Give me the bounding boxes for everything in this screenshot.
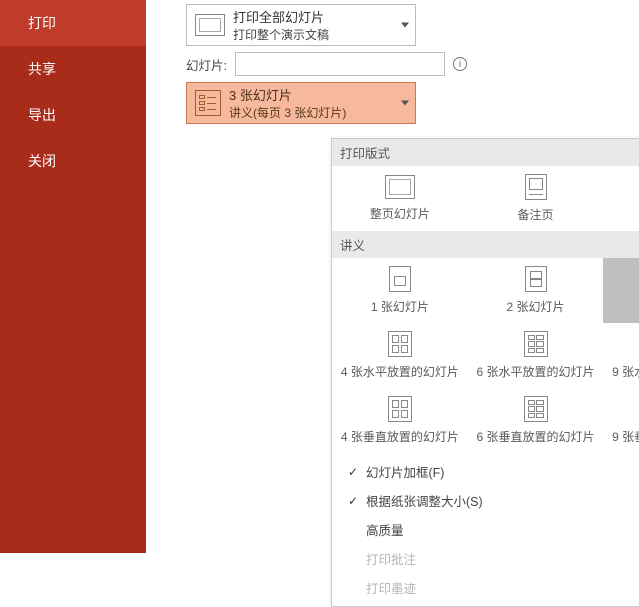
chevron-down-icon	[401, 23, 409, 28]
handout-6-vertical[interactable]: 6 张垂直放置的幻灯片	[468, 388, 604, 453]
print-range-dropdown[interactable]: 打印全部幻灯片 打印整个演示文稿	[186, 4, 416, 46]
grid6-icon	[524, 331, 548, 357]
notes-page-icon	[525, 174, 547, 200]
checkmark-icon: ✓	[348, 494, 366, 508]
layout-full-page-slides[interactable]: 整页幻灯片	[332, 166, 468, 231]
section-print-layout: 打印版式	[332, 139, 639, 166]
slides-input[interactable]	[235, 52, 445, 76]
print-range-title: 打印全部幻灯片	[233, 7, 329, 26]
handout-4-vertical[interactable]: 4 张垂直放置的幻灯片	[332, 388, 468, 453]
handout-1-slide[interactable]: 1 张幻灯片	[332, 258, 468, 323]
opt-frame-slides[interactable]: ✓ 幻灯片加框(F)	[332, 457, 639, 486]
sidebar-item-export[interactable]: 导出	[0, 92, 146, 138]
layout-title: 3 张幻灯片	[229, 85, 346, 104]
opt-print-comments: 打印批注	[332, 544, 639, 573]
handout-3-slides[interactable]: 3 张幻灯片	[603, 258, 639, 323]
full-page-icon	[385, 175, 415, 199]
opt-scale-to-paper[interactable]: ✓ 根据纸张调整大小(S)	[332, 486, 639, 515]
print-range-subtitle: 打印整个演示文稿	[233, 26, 329, 43]
slides-label: 幻灯片:	[186, 55, 227, 74]
print-settings-panel: 打印全部幻灯片 打印整个演示文稿 幻灯片: i 3 张幻灯片 讲义(每页	[146, 0, 639, 553]
opt-high-quality[interactable]: 高质量	[332, 515, 639, 544]
checkmark-icon: ✓	[348, 465, 366, 479]
layout-notes-pages[interactable]: 备注页	[468, 166, 604, 231]
sidebar-item-print[interactable]: 打印	[0, 0, 146, 46]
full-slide-icon	[195, 14, 225, 36]
handout-2-slides[interactable]: 2 张幻灯片	[468, 258, 604, 323]
handout-4-horizontal[interactable]: 4 张水平放置的幻灯片	[332, 323, 468, 388]
chevron-down-icon	[401, 101, 409, 106]
handout-6-horizontal[interactable]: 6 张水平放置的幻灯片	[468, 323, 604, 388]
grid6v-icon	[524, 396, 548, 422]
opt-print-ink: 打印墨迹	[332, 573, 639, 602]
layout-outline[interactable]: 大纲	[603, 166, 639, 231]
handout-2-icon	[525, 266, 547, 292]
handout-1-icon	[389, 266, 411, 292]
handout-9-vertical[interactable]: 9 张垂直放置的幻灯片	[603, 388, 639, 453]
layout-subtitle: 讲义(每页 3 张幻灯片)	[229, 104, 346, 121]
layout-dropdown-popup: 打印版式 整页幻灯片 备注页 大纲 讲义 1 张幻	[331, 138, 639, 607]
section-handouts: 讲义	[332, 231, 639, 258]
grid4-icon	[388, 331, 412, 357]
handout-9-horizontal[interactable]: 9 张水平放置的幻灯片	[603, 323, 639, 388]
backstage-sidebar: 打印 共享 导出 关闭	[0, 0, 146, 553]
sidebar-item-close[interactable]: 关闭	[0, 138, 146, 184]
dropdown-options: ✓ 幻灯片加框(F) ✓ 根据纸张调整大小(S) 高质量 打印批注 打	[332, 453, 639, 606]
handout-3-icon	[195, 90, 221, 116]
info-icon[interactable]: i	[453, 57, 467, 71]
sidebar-item-share[interactable]: 共享	[0, 46, 146, 92]
layout-dropdown[interactable]: 3 张幻灯片 讲义(每页 3 张幻灯片)	[186, 82, 416, 124]
grid4v-icon	[388, 396, 412, 422]
